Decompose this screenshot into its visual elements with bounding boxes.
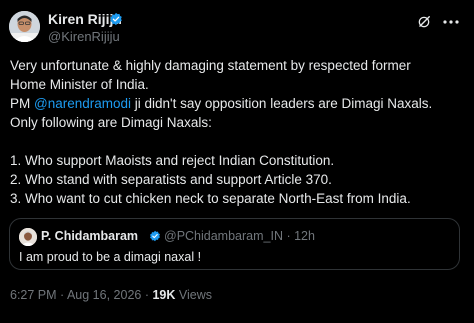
tweet-text-prefix: PM [10,96,35,111]
tweet-text: Very unfortunate & highly damaging state… [10,56,466,208]
tweet-timestamp[interactable]: 6:27 PM · Aug 16, 2026 · [10,288,152,302]
more-options-icon[interactable] [443,20,459,24]
tweet-text-suffix: ji didn't say opposition leaders are Dim… [131,96,433,111]
mention-link[interactable]: @narendramodi [34,96,131,111]
verified-badge-icon [110,12,122,26]
tweet-meta: 6:27 PM · Aug 16, 2026 · 19K Views [10,288,212,302]
author-handle[interactable]: @KirenRijiju [48,29,120,44]
tweet-line: Home Minister of India. [10,77,149,92]
quoted-handle-time[interactable]: @PChidambaram_IN · 12h [164,229,315,243]
quoted-verified-badge-icon [150,230,160,242]
quoted-text: I am proud to be a dimagi naxal ! [19,250,202,264]
tweet-line: Only following are Dimagi Naxals: [10,115,212,130]
quoted-author-name[interactable]: P. Chidambaram [41,229,138,243]
tweet: Kiren Rijiju @KirenRijiju Very unfortuna… [0,0,474,323]
quoted-tweet[interactable]: P. Chidambaram @PChidambaram_IN · 12h I … [9,218,460,270]
tweet-line: 1. Who support Maoists and reject Indian… [10,153,335,168]
tweet-line: 3. Who want to cut chicken neck to separ… [10,191,411,206]
quoted-author-avatar[interactable] [19,228,37,246]
views-count: 19K [152,288,176,302]
tweet-line: Very unfortunate & highly damaging state… [10,58,411,73]
grok-icon[interactable] [417,15,431,29]
author-avatar[interactable] [9,11,40,42]
tweet-line: PM @narendramodi ji didn't say oppositio… [10,94,466,113]
tweet-line: 2. Who stand with separatists and suppor… [10,172,332,187]
views-label: Views [175,288,212,302]
